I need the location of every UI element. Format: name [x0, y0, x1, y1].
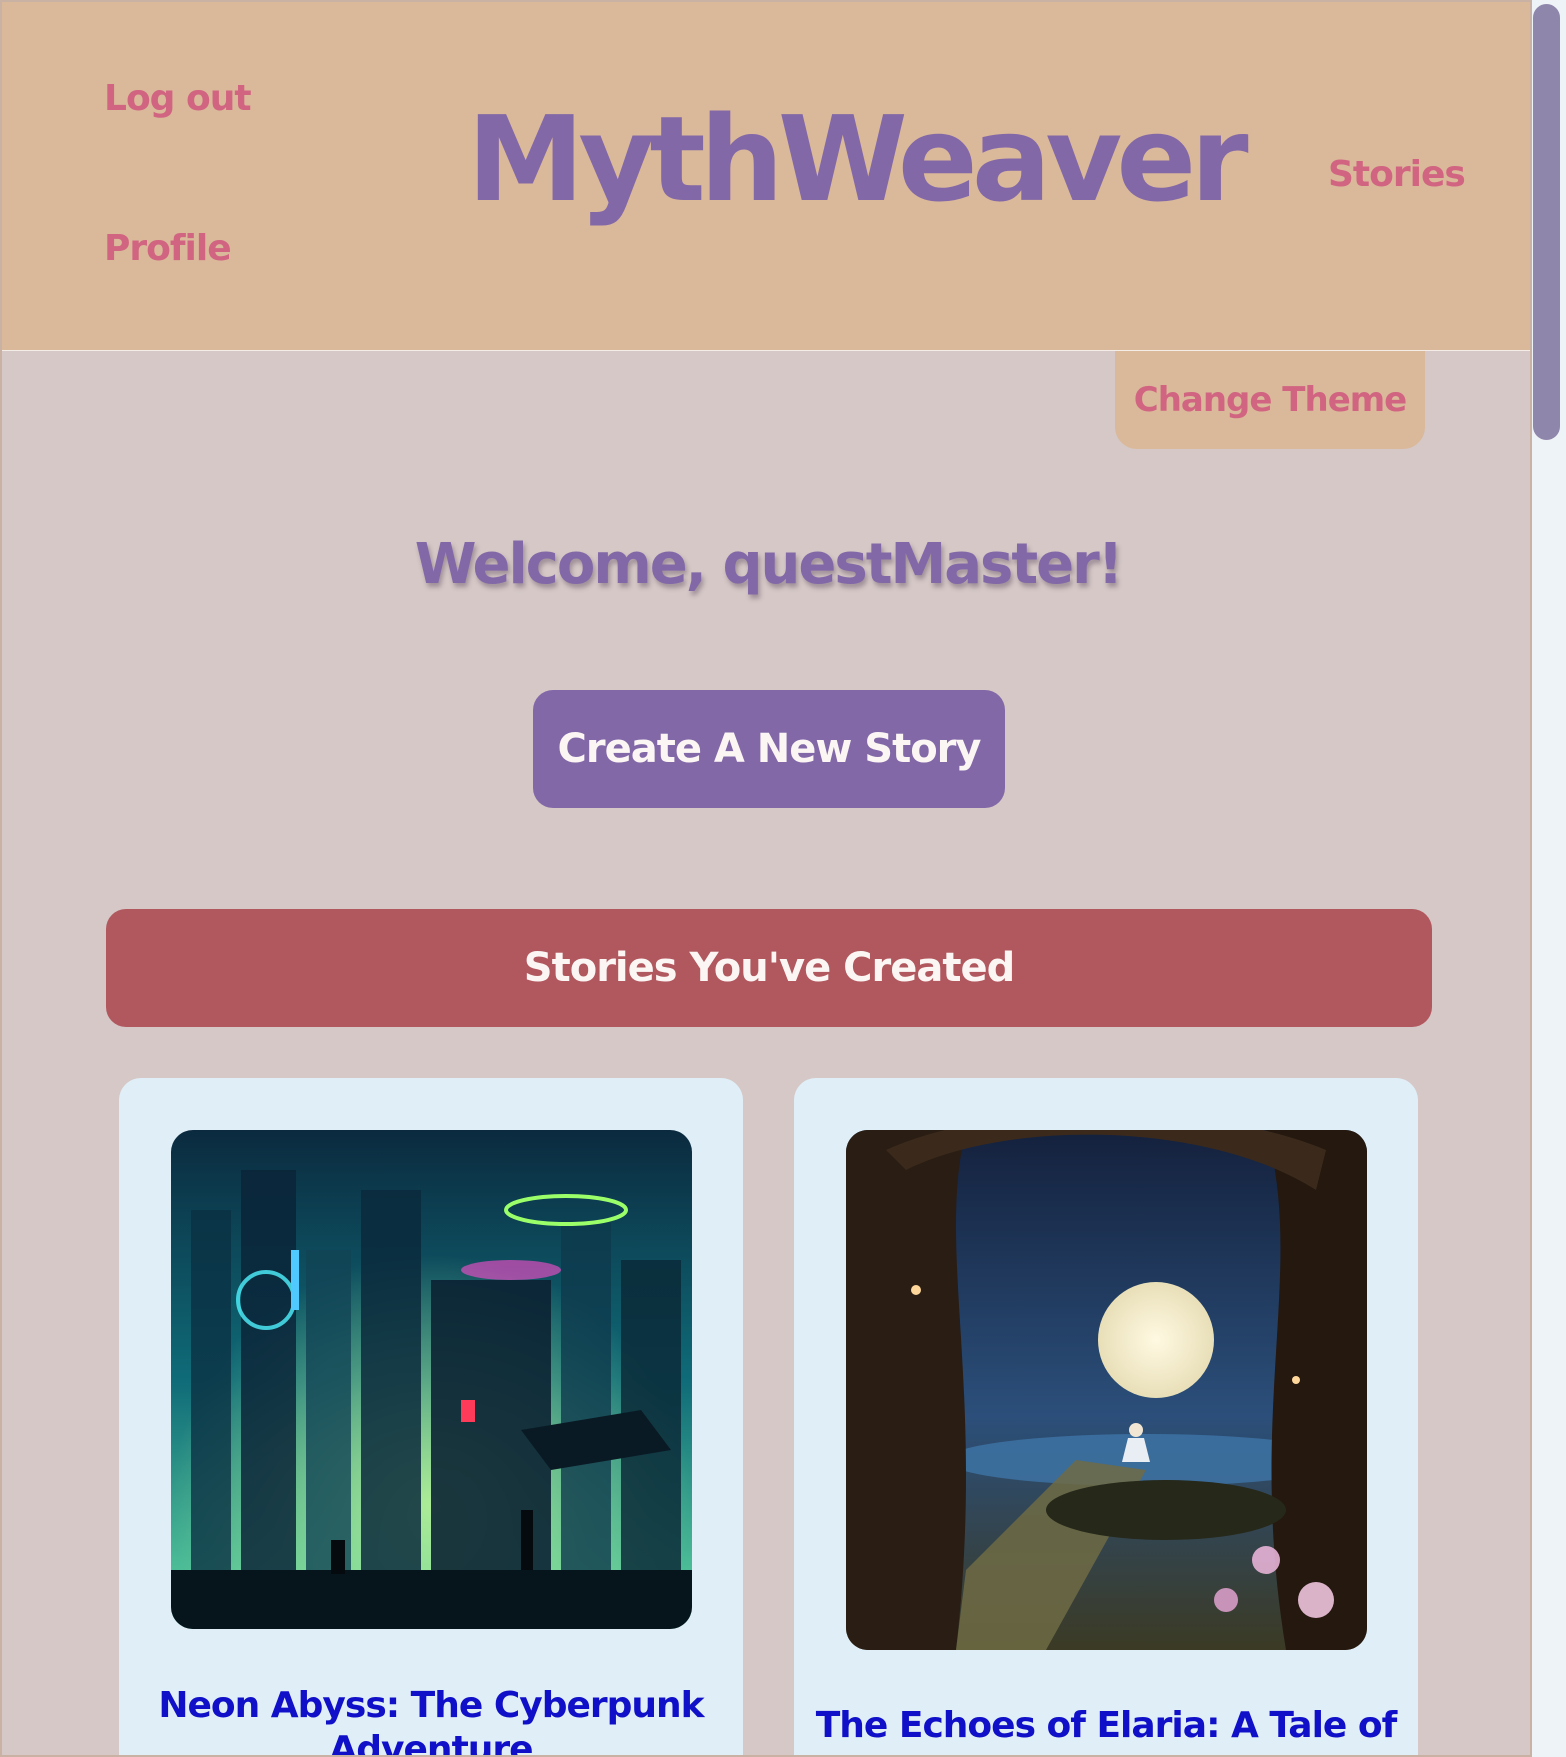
scrollbar-thumb[interactable]	[1533, 4, 1560, 440]
created-stories-header: Stories You've Created	[106, 909, 1432, 1027]
profile-link[interactable]: Profile	[104, 228, 232, 269]
site-header: Log out Profile MythWeaver Stories	[2, 2, 1530, 351]
cyberpunk-city-image	[171, 1130, 692, 1629]
logout-link[interactable]: Log out	[104, 78, 252, 119]
story-cover-image	[171, 1130, 692, 1629]
change-theme-button[interactable]: Change Theme	[1115, 351, 1425, 449]
story-title: Neon Abyss: The Cyberpunk Adventure	[158, 1685, 704, 1757]
story-card[interactable]: Neon Abyss: The Cyberpunk Adventure	[119, 1078, 743, 1757]
story-card[interactable]: The Echoes of Elaria: A Tale of	[794, 1078, 1418, 1755]
story-title: The Echoes of Elaria: A Tale of	[815, 1705, 1398, 1746]
stories-link[interactable]: Stories	[1328, 154, 1466, 195]
brand-logo: MythWeaver	[467, 90, 1249, 228]
welcome-heading: Welcome, questMaster!	[414, 532, 1124, 597]
app-frame: Log out Profile MythWeaver Stories Chang…	[0, 0, 1532, 1757]
moonlit-forest-image	[846, 1130, 1367, 1650]
story-cover-image	[846, 1130, 1367, 1650]
create-story-button[interactable]: Create A New Story	[533, 690, 1005, 808]
